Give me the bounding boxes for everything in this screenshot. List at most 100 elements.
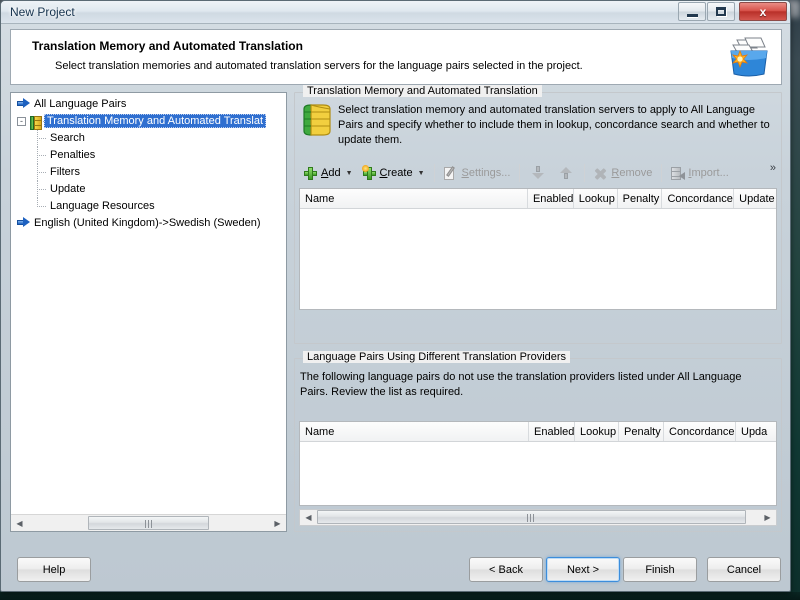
- remove-button-label: Remove: [611, 167, 653, 179]
- arrow-up-icon: [560, 166, 573, 180]
- toolbar-separator: [519, 164, 521, 182]
- tree-connector: [37, 172, 46, 173]
- column-header-lookup[interactable]: Lookup: [574, 189, 618, 208]
- remove-button[interactable]: Remove: [589, 162, 657, 184]
- create-button[interactable]: Create ▼: [358, 162, 430, 184]
- lp-description: The following language pairs do not use …: [300, 371, 742, 398]
- scroll-grip-icon: [144, 519, 153, 528]
- tm-database-icon: [30, 116, 42, 131]
- add-button[interactable]: Add ▼: [299, 162, 358, 184]
- translation-memory-grid[interactable]: Name Enabled Lookup Penalty Concordance …: [299, 188, 777, 310]
- plus-star-icon: [361, 164, 376, 180]
- chevron-down-icon[interactable]: ▼: [418, 170, 425, 177]
- window-titlebar[interactable]: New Project x: [1, 1, 790, 24]
- project-box-icon: [730, 37, 768, 77]
- tree-item-filters[interactable]: Filters: [11, 164, 286, 181]
- tree-item-search[interactable]: Search: [11, 130, 286, 147]
- scroll-thumb[interactable]: [88, 515, 209, 530]
- maximize-icon: [708, 3, 734, 20]
- tree-item-label: Filters: [50, 166, 80, 178]
- toolbar-separator: [584, 164, 586, 182]
- tree-item-language-resources[interactable]: Language Resources: [11, 198, 286, 215]
- tree-item-label: Translation Memory and Automated Transla…: [44, 114, 267, 128]
- column-header-update[interactable]: Upda: [736, 422, 768, 441]
- navigation-tree-panel[interactable]: All Language Pairs - Translation Memory …: [10, 92, 287, 532]
- move-down-button[interactable]: [524, 162, 552, 184]
- column-header-penalty[interactable]: Penalty: [618, 189, 663, 208]
- blue-arrow-icon: [17, 216, 30, 228]
- scroll-grip-icon: [527, 514, 536, 522]
- wizard-footer: Help < Back Next > Finish Cancel: [1, 546, 790, 591]
- column-header-enabled[interactable]: Enabled: [528, 189, 574, 208]
- wizard-banner: Translation Memory and Automated Transla…: [10, 29, 782, 85]
- column-header-name[interactable]: Name: [300, 189, 528, 208]
- scroll-track[interactable]: [317, 509, 759, 526]
- tree-item-label: All Language Pairs: [34, 98, 127, 110]
- column-header-enabled[interactable]: Enabled: [529, 422, 575, 441]
- chevron-down-icon[interactable]: ▼: [346, 170, 353, 177]
- tree-item-english-swedish[interactable]: English (United Kingdom)->Swedish (Swede…: [11, 215, 286, 232]
- column-header-lookup[interactable]: Lookup: [575, 422, 619, 441]
- tree-item-label: Penalties: [50, 149, 96, 161]
- tree-connector: [37, 155, 46, 156]
- tree-item-update[interactable]: Update: [11, 181, 286, 198]
- collapse-expander-icon[interactable]: -: [17, 117, 26, 126]
- add-button-label: Add: [321, 167, 341, 179]
- group-legend: Translation Memory and Automated Transla…: [303, 85, 542, 97]
- scroll-track[interactable]: [28, 515, 269, 532]
- column-header-concordance[interactable]: Concordance: [662, 189, 735, 208]
- group-legend: Language Pairs Using Different Translati…: [303, 351, 571, 363]
- cancel-button[interactable]: Cancel: [707, 557, 781, 582]
- different-providers-group: Language Pairs Using Different Translati…: [294, 351, 782, 532]
- tree-item-penalties[interactable]: Penalties: [11, 147, 286, 164]
- taskbar-strip: [0, 592, 800, 600]
- window-title: New Project: [10, 5, 75, 19]
- tree-connector: [37, 138, 46, 139]
- page-title: Translation Memory and Automated Transla…: [32, 39, 303, 53]
- finish-button[interactable]: Finish: [623, 557, 697, 582]
- tm-database-icon: [303, 104, 331, 136]
- settings-icon: [443, 165, 458, 180]
- column-header-penalty[interactable]: Penalty: [619, 422, 664, 441]
- minimize-button[interactable]: [678, 2, 706, 21]
- settings-button-label: Settings...: [461, 167, 511, 179]
- page-subtitle: Select translation memories and automate…: [55, 60, 583, 72]
- close-button[interactable]: x: [739, 2, 787, 21]
- tree-item-label: Update: [50, 183, 86, 195]
- column-header-update[interactable]: Update: [734, 189, 776, 208]
- scroll-left-arrow-icon[interactable]: ◀: [300, 509, 317, 526]
- tm-description: Select translation memory and automated …: [338, 104, 770, 146]
- tree-item-label: Search: [50, 132, 85, 144]
- tree-item-all-language-pairs[interactable]: All Language Pairs: [11, 96, 286, 113]
- create-button-label: Create: [379, 167, 413, 179]
- grid-header-row: Name Enabled Lookup Penalty Concordance …: [300, 422, 776, 442]
- next-button[interactable]: Next >: [546, 557, 620, 582]
- scroll-right-arrow-icon[interactable]: ▶: [269, 515, 286, 532]
- maximize-button[interactable]: [707, 2, 735, 21]
- window-client-area: Translation Memory and Automated Transla…: [1, 24, 790, 591]
- toolbar-separator: [661, 164, 663, 182]
- toolbar-separator: [433, 164, 435, 182]
- tree-item-label: Language Resources: [50, 200, 155, 212]
- column-header-name[interactable]: Name: [300, 422, 529, 441]
- help-button[interactable]: Help: [17, 557, 91, 582]
- back-button[interactable]: < Back: [469, 557, 543, 582]
- language-pairs-horizontal-scrollbar[interactable]: ◀ ▶: [299, 509, 777, 526]
- tree-item-translation-memory[interactable]: - Translation Memory and Automated Trans…: [11, 113, 286, 131]
- scroll-thumb[interactable]: [317, 510, 746, 524]
- column-header-concordance[interactable]: Concordance: [664, 422, 736, 441]
- import-button-label: Import...: [688, 167, 729, 179]
- scroll-left-arrow-icon[interactable]: ◀: [11, 515, 28, 532]
- import-database-icon: [671, 166, 686, 180]
- import-button[interactable]: Import...: [666, 162, 733, 184]
- move-up-button[interactable]: [552, 162, 580, 184]
- language-pairs-grid[interactable]: Name Enabled Lookup Penalty Concordance …: [299, 421, 777, 506]
- blue-arrow-icon: [17, 97, 30, 109]
- toolbar-overflow-button[interactable]: »: [770, 162, 776, 174]
- minimize-icon: [679, 3, 705, 20]
- translation-memory-group: Translation Memory and Automated Transla…: [294, 85, 782, 344]
- scroll-right-arrow-icon[interactable]: ▶: [759, 509, 776, 526]
- close-icon: x: [759, 4, 767, 19]
- settings-button[interactable]: Settings...: [439, 162, 516, 184]
- tree-horizontal-scrollbar[interactable]: ◀ ▶: [11, 514, 286, 531]
